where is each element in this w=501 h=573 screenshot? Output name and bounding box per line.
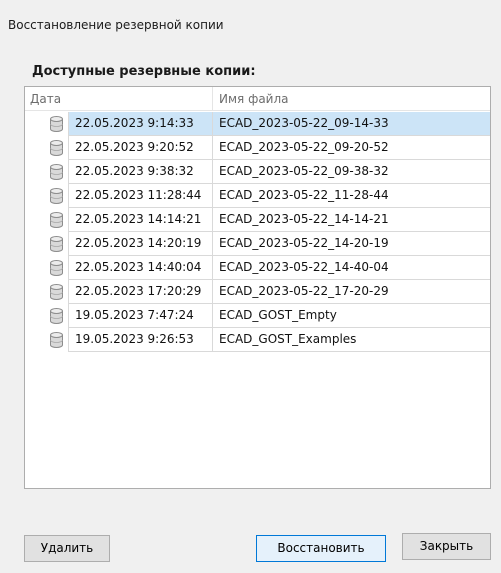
row-icon-cell (25, 256, 68, 280)
row-icon-cell (25, 280, 68, 304)
row-date: 22.05.2023 14:40:04 (68, 256, 213, 280)
database-icon (50, 260, 63, 276)
row-date: 22.05.2023 9:38:32 (68, 160, 213, 184)
row-date: 19.05.2023 7:47:24 (68, 304, 213, 328)
row-date: 22.05.2023 11:28:44 (68, 184, 213, 208)
database-icon (50, 236, 63, 252)
row-file-name: ECAD_2023-05-22_09-38-32 (213, 160, 490, 184)
database-icon (50, 212, 63, 228)
row-file-name: ECAD_2023-05-22_14-20-19 (213, 232, 490, 256)
table-row[interactable]: 22.05.2023 11:28:44 ECAD_2023-05-22_11-28… (25, 184, 490, 208)
column-header-date[interactable]: Дата (25, 87, 213, 111)
row-icon-cell (25, 136, 68, 160)
row-icon-cell (25, 304, 68, 328)
row-icon-cell (25, 328, 68, 352)
database-icon (50, 308, 63, 324)
table-row[interactable]: 22.05.2023 14:14:21 ECAD_2023-05-22_14-14… (25, 208, 490, 232)
restore-button[interactable]: Восстановить (256, 535, 386, 562)
table-row[interactable]: 19.05.2023 7:47:24 ECAD_GOST_Empty (25, 304, 490, 328)
row-date: 22.05.2023 9:20:52 (68, 136, 213, 160)
row-file-name: ECAD_GOST_Empty (213, 304, 490, 328)
table-row[interactable]: 22.05.2023 9:14:33 ECAD_2023-05-22_09-14-… (25, 112, 490, 136)
row-date: 22.05.2023 9:14:33 (68, 112, 213, 136)
delete-button[interactable]: Удалить (24, 535, 110, 562)
close-button[interactable]: Закрыть (402, 533, 491, 560)
row-icon-cell (25, 184, 68, 208)
dialog-title: Восстановление резервной копии (8, 18, 224, 32)
row-file-name: ECAD_2023-05-22_14-40-04 (213, 256, 490, 280)
database-icon (50, 332, 63, 348)
table-row[interactable]: 22.05.2023 14:40:04 ECAD_2023-05-22_14-40… (25, 256, 490, 280)
row-date: 22.05.2023 17:20:29 (68, 280, 213, 304)
table-header: Дата Имя файла (25, 87, 490, 111)
row-icon-cell (25, 232, 68, 256)
row-icon-cell (25, 160, 68, 184)
row-icon-cell (25, 112, 68, 136)
database-icon (50, 164, 63, 180)
row-file-name: ECAD_2023-05-22_11-28-44 (213, 184, 490, 208)
row-date: 22.05.2023 14:14:21 (68, 208, 213, 232)
table-row[interactable]: 22.05.2023 17:20:29 ECAD_2023-05-22_17-20… (25, 280, 490, 304)
row-file-name: ECAD_2023-05-22_09-20-52 (213, 136, 490, 160)
table-row[interactable]: 19.05.2023 9:26:53 ECAD_GOST_Examples (25, 328, 490, 352)
database-icon (50, 116, 63, 132)
row-file-name: ECAD_2023-05-22_17-20-29 (213, 280, 490, 304)
row-icon-cell (25, 208, 68, 232)
database-icon (50, 140, 63, 156)
table-row[interactable]: 22.05.2023 9:20:52 ECAD_2023-05-22_09-20-… (25, 136, 490, 160)
database-icon (50, 284, 63, 300)
row-date: 19.05.2023 9:26:53 (68, 328, 213, 352)
column-header-file[interactable]: Имя файла (213, 87, 490, 111)
row-file-name: ECAD_2023-05-22_09-14-33 (213, 112, 490, 136)
backups-section-label: Доступные резервные копии: (32, 64, 256, 79)
row-file-name: ECAD_GOST_Examples (213, 328, 490, 352)
row-date: 22.05.2023 14:20:19 (68, 232, 213, 256)
table-row[interactable]: 22.05.2023 14:20:19 ECAD_2023-05-22_14-20… (25, 232, 490, 256)
table-row[interactable]: 22.05.2023 9:38:32 ECAD_2023-05-22_09-38-… (25, 160, 490, 184)
database-icon (50, 188, 63, 204)
table-body: 22.05.2023 9:14:33 ECAD_2023-05-22_09-14-… (25, 112, 490, 352)
row-file-name: ECAD_2023-05-22_14-14-21 (213, 208, 490, 232)
backups-table[interactable]: Дата Имя файла 22.05.2023 9:14:33 ECAD_20… (24, 86, 491, 489)
